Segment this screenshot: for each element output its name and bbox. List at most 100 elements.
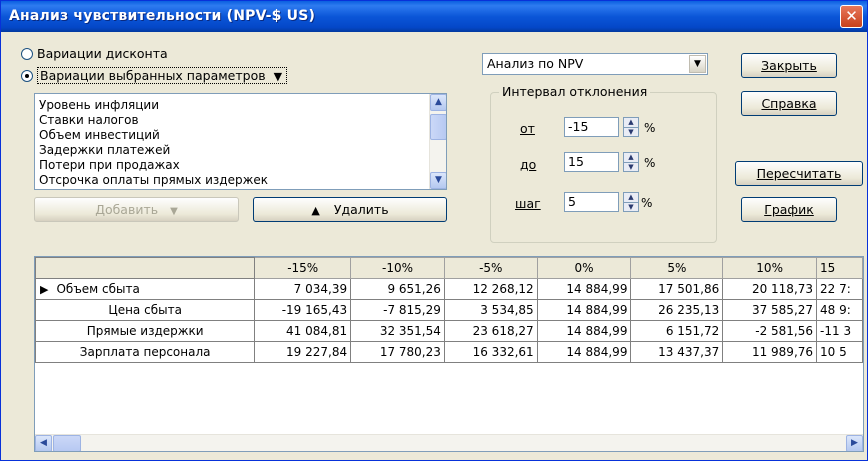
spin-up-icon[interactable]: ▲	[624, 193, 638, 202]
corner-cell	[35, 257, 256, 279]
help-button[interactable]: Справка	[741, 91, 837, 116]
radio-icon[interactable]	[21, 48, 33, 60]
from-spinner[interactable]: ▲ ▼	[623, 117, 639, 137]
radio-params-label: Вариации выбранных параметров	[40, 68, 266, 83]
table-row[interactable]: Цена сбыта -19 165,43 -7 815,29 3 534,85…	[35, 299, 863, 321]
radio-discount-variation[interactable]: Вариации дисконта	[21, 46, 168, 64]
table-cell[interactable]: -7 815,29	[350, 299, 445, 321]
table-cell[interactable]: 17 780,23	[350, 341, 445, 363]
spin-up-icon[interactable]: ▲	[624, 118, 638, 127]
close-icon[interactable]: ✕	[840, 5, 863, 28]
table-cell[interactable]: -11 3	[816, 320, 863, 342]
spin-down-icon[interactable]: ▼	[624, 202, 638, 211]
table-cell[interactable]: 6 151,72	[630, 320, 724, 342]
table-cell[interactable]: -19 165,43	[254, 299, 352, 321]
list-item[interactable]: Уровень инфляции	[39, 98, 159, 112]
list-item[interactable]: Отсрочка оплаты прямых издержек	[39, 173, 268, 187]
table-cell[interactable]: 13 437,37	[630, 341, 724, 363]
table-cell[interactable]: 20 118,73	[722, 278, 818, 300]
results-grid[interactable]: -15% -10% -5% 0% 5% 10% 15 ▶ Объем сбыта …	[34, 256, 864, 452]
table-cell[interactable]: 10 5	[816, 341, 863, 363]
table-cell[interactable]: 7 034,39	[254, 278, 352, 300]
to-unit: %	[644, 156, 656, 170]
scroll-right-icon[interactable]: ▶	[846, 435, 863, 451]
to-spinner[interactable]: ▲ ▼	[623, 152, 639, 172]
table-cell[interactable]: 17 501,86	[630, 278, 724, 300]
remove-button-label: Удалить	[333, 202, 389, 217]
table-cell[interactable]: 41 084,81	[254, 320, 352, 342]
list-item[interactable]: Объем инвестиций	[39, 128, 160, 142]
current-row-marker-icon: ▶	[40, 283, 49, 296]
table-cell[interactable]: 11 989,76	[722, 341, 818, 363]
header-row: -15% -10% -5% 0% 5% 10% 15	[35, 257, 863, 279]
chart-button-label: График	[764, 202, 814, 217]
results-table: -15% -10% -5% 0% 5% 10% 15 ▶ Объем сбыта …	[35, 257, 863, 363]
column-header[interactable]: 0%	[536, 257, 632, 279]
add-button[interactable]: Добавить ▼	[34, 197, 239, 222]
list-item[interactable]: Потери при продажах	[39, 158, 180, 172]
table-cell[interactable]: 3 534,85	[443, 299, 538, 321]
column-header[interactable]: 15	[816, 257, 863, 279]
close-button[interactable]: Закрыть	[741, 53, 837, 78]
table-cell[interactable]: 14 884,99	[536, 341, 632, 363]
spin-up-icon[interactable]: ▲	[624, 153, 638, 162]
spin-down-icon[interactable]: ▼	[624, 162, 638, 171]
list-vertical-scrollbar[interactable]: ▲ ▼	[429, 94, 446, 189]
analysis-type-select[interactable]: Анализ по NPV ▼	[482, 53, 708, 75]
scroll-up-icon[interactable]: ▲	[430, 94, 446, 111]
scroll-thumb[interactable]	[53, 435, 81, 451]
sensitivity-dialog: Анализ чувствительности (NPV-$ US) ✕ Вар…	[0, 0, 868, 461]
column-header[interactable]: -5%	[443, 257, 538, 279]
table-row[interactable]: ▶ Объем сбыта 7 034,39 9 651,26 12 268,12…	[35, 278, 863, 300]
table-cell[interactable]: 37 585,27	[722, 299, 818, 321]
row-label[interactable]: Цена сбыта	[35, 299, 256, 321]
list-item[interactable]: Задержки платежей	[39, 143, 170, 157]
scroll-down-icon[interactable]: ▼	[430, 172, 446, 189]
remove-button[interactable]: ▲ Удалить	[253, 197, 447, 222]
table-cell[interactable]: 26 235,13	[630, 299, 724, 321]
row-label-cell[interactable]: ▶ Объем сбыта	[35, 278, 256, 300]
chevron-down-icon[interactable]: ▼	[689, 55, 706, 73]
column-header[interactable]: 10%	[722, 257, 818, 279]
to-input[interactable]: 15	[564, 152, 619, 172]
step-spinner[interactable]: ▲ ▼	[623, 192, 639, 212]
column-header[interactable]: 5%	[630, 257, 724, 279]
table-cell[interactable]: 48 9:	[816, 299, 863, 321]
row-label: Объем сбыта	[56, 282, 140, 296]
column-header[interactable]: -15%	[254, 257, 352, 279]
grid-horizontal-scrollbar[interactable]: ◀ ▶	[35, 434, 863, 451]
table-cell[interactable]: 32 351,54	[350, 320, 445, 342]
table-cell[interactable]: -2 581,56	[722, 320, 818, 342]
scroll-left-icon[interactable]: ◀	[35, 435, 52, 451]
scroll-thumb[interactable]	[430, 114, 446, 140]
table-cell[interactable]: 14 884,99	[536, 320, 632, 342]
parameters-listbox[interactable]: Уровень инфляции Ставки налогов Объем ин…	[34, 93, 447, 190]
close-button-label: Закрыть	[761, 58, 817, 73]
table-cell[interactable]: 12 268,12	[443, 278, 538, 300]
step-input[interactable]: 5	[564, 192, 619, 212]
recalculate-button[interactable]: Пересчитать	[735, 161, 863, 186]
radio-params-variation[interactable]: Вариации выбранных параметров ▼	[21, 67, 288, 86]
row-label[interactable]: Прямые издержки	[35, 320, 256, 342]
table-row[interactable]: Прямые издержки 41 084,81 32 351,54 23 6…	[35, 320, 863, 342]
table-cell[interactable]: 22 7:	[816, 278, 863, 300]
spin-down-icon[interactable]: ▼	[624, 127, 638, 136]
table-cell[interactable]: 16 332,61	[443, 341, 538, 363]
table-cell[interactable]: 23 618,27	[443, 320, 538, 342]
table-cell[interactable]: 14 884,99	[536, 278, 632, 300]
column-header[interactable]: -10%	[350, 257, 445, 279]
dropdown-arrow-icon[interactable]: ▼	[274, 70, 282, 83]
table-row[interactable]: Зарплата персонала 19 227,84 17 780,23 1…	[35, 341, 863, 363]
analysis-type-value: Анализ по NPV	[487, 56, 584, 71]
chart-button[interactable]: График	[741, 197, 837, 222]
help-button-label: Справка	[761, 96, 817, 111]
row-label[interactable]: Зарплата персонала	[35, 341, 256, 363]
list-item[interactable]: Ставки налогов	[39, 113, 139, 127]
table-cell[interactable]: 19 227,84	[254, 341, 352, 363]
from-input[interactable]: -15	[564, 117, 619, 137]
title-bar[interactable]: Анализ чувствительности (NPV-$ US) ✕	[1, 1, 867, 32]
table-cell[interactable]: 14 884,99	[536, 299, 632, 321]
step-label: шаг	[515, 196, 541, 211]
table-cell[interactable]: 9 651,26	[350, 278, 445, 300]
radio-checked-icon[interactable]	[21, 70, 33, 82]
